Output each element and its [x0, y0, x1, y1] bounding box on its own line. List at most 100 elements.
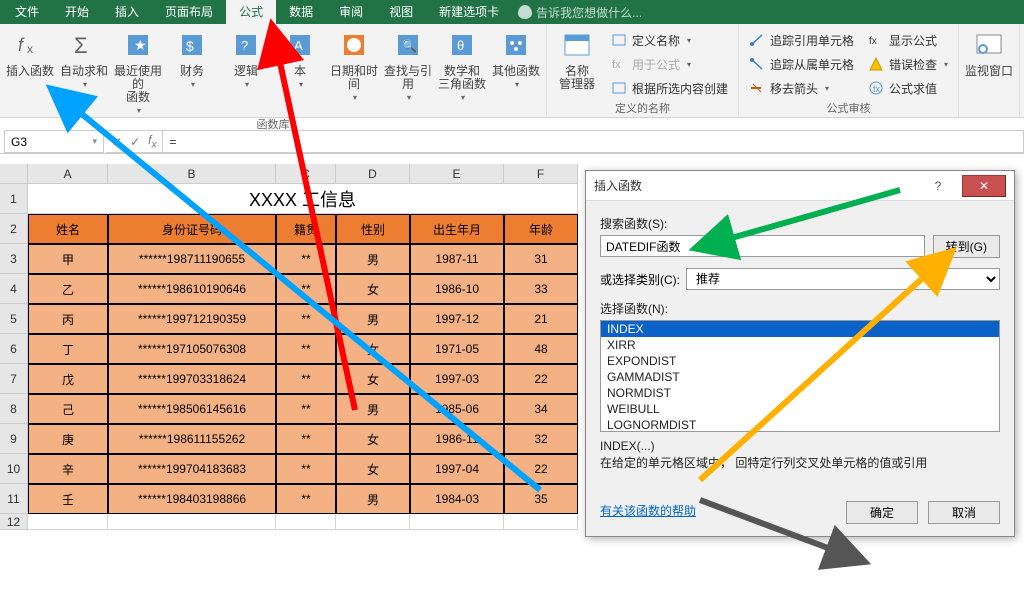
menu-pagelayout[interactable]: 页面布局	[152, 0, 226, 24]
ok-button[interactable]: 确定	[846, 501, 918, 524]
tell-me[interactable]: 告诉我您想做什么...	[518, 4, 642, 21]
table-cell[interactable]: ******198403198866	[108, 484, 276, 514]
table-cell[interactable]: **	[276, 424, 336, 454]
table-cell[interactable]: 辛	[28, 454, 108, 484]
table-header[interactable]: 性别	[336, 214, 410, 244]
table-cell[interactable]: 31	[504, 244, 578, 274]
col-header-F[interactable]: F	[504, 164, 578, 184]
table-cell[interactable]: **	[276, 244, 336, 274]
ribbon-btn-5[interactable]: A本	[274, 27, 326, 117]
row-header[interactable]: 11	[0, 484, 28, 514]
enter-icon[interactable]: ✓	[130, 135, 140, 149]
col-header-A[interactable]: A	[28, 164, 108, 184]
table-cell[interactable]: 庚	[28, 424, 108, 454]
cancel-icon[interactable]: ✕	[112, 135, 122, 149]
empty-cell[interactable]	[336, 514, 410, 530]
name-box[interactable]: G3	[4, 130, 104, 153]
table-cell[interactable]: **	[276, 274, 336, 304]
table-cell[interactable]: 己	[28, 394, 108, 424]
table-cell[interactable]: 壬	[28, 484, 108, 514]
table-cell[interactable]: 1986-10	[410, 274, 504, 304]
menu-newtab[interactable]: 新建选项卡	[426, 0, 512, 24]
function-item[interactable]: GAMMADIST	[601, 369, 999, 385]
table-cell[interactable]: 戊	[28, 364, 108, 394]
fx-icon[interactable]: fx	[148, 133, 156, 150]
empty-cell[interactable]	[504, 514, 578, 530]
table-cell[interactable]: 1986-11	[410, 424, 504, 454]
ribbon-btn-2[interactable]: ★最近使用的函数	[112, 27, 164, 117]
table-cell[interactable]: ******198711190655	[108, 244, 276, 274]
table-cell[interactable]: **	[276, 364, 336, 394]
table-cell[interactable]: **	[276, 484, 336, 514]
menu-view[interactable]: 视图	[376, 0, 426, 24]
table-cell[interactable]: 1997-03	[410, 364, 504, 394]
table-cell[interactable]: 22	[504, 454, 578, 484]
table-cell[interactable]: 男	[336, 244, 410, 274]
table-cell[interactable]: 35	[504, 484, 578, 514]
ribbon-btn-8[interactable]: θ数学和三角函数	[436, 27, 488, 117]
table-cell[interactable]: 1987-11	[410, 244, 504, 274]
empty-cell[interactable]	[410, 514, 504, 530]
table-cell[interactable]: ******199704183683	[108, 454, 276, 484]
evaluate-formula[interactable]: fx公式求值	[868, 77, 948, 99]
dialog-titlebar[interactable]: 插入函数 ? ✕	[586, 171, 1014, 201]
table-cell[interactable]: 34	[504, 394, 578, 424]
table-cell[interactable]: **	[276, 454, 336, 484]
menu-review[interactable]: 审阅	[326, 0, 376, 24]
show-formulas[interactable]: fx显示公式	[868, 29, 948, 51]
row-header[interactable]: 10	[0, 454, 28, 484]
row-header[interactable]: 2	[0, 214, 28, 244]
empty-cell[interactable]	[28, 514, 108, 530]
table-cell[interactable]: 32	[504, 424, 578, 454]
row-header[interactable]: 5	[0, 304, 28, 334]
menu-insert[interactable]: 插入	[102, 0, 152, 24]
row-header[interactable]: 7	[0, 364, 28, 394]
table-cell[interactable]: 22	[504, 364, 578, 394]
table-cell[interactable]: 1997-04	[410, 454, 504, 484]
dialog-help-button[interactable]: ?	[916, 175, 960, 197]
table-cell[interactable]: 21	[504, 304, 578, 334]
col-header-E[interactable]: E	[410, 164, 504, 184]
function-item[interactable]: INDEX	[601, 321, 999, 337]
ribbon-btn-0[interactable]: fx插入函数	[4, 27, 56, 117]
col-header-B[interactable]: B	[108, 164, 276, 184]
table-cell[interactable]: **	[276, 304, 336, 334]
table-cell[interactable]: ******198506145616	[108, 394, 276, 424]
row-header[interactable]: 4	[0, 274, 28, 304]
ribbon-btn-6[interactable]: 日期和时间	[328, 27, 380, 117]
ribbon-btn-3[interactable]: $财务	[166, 27, 218, 117]
table-header[interactable]: 年龄	[504, 214, 578, 244]
dialog-close-button[interactable]: ✕	[962, 175, 1006, 197]
search-input[interactable]	[600, 235, 925, 257]
create-from-selection[interactable]: 根据所选内容创建	[611, 77, 728, 99]
table-cell[interactable]: 女	[336, 454, 410, 484]
ribbon-btn-4[interactable]: ?逻辑	[220, 27, 272, 117]
formula-input[interactable]: =	[162, 130, 1024, 153]
menu-formulas[interactable]: 公式	[226, 0, 276, 24]
category-select[interactable]: 推荐	[686, 268, 1000, 290]
table-header[interactable]: 籍贯	[276, 214, 336, 244]
ribbon-btn-7[interactable]: 🔍查找与引用	[382, 27, 434, 117]
row-header[interactable]: 12	[0, 514, 28, 530]
function-item[interactable]: NORMDIST	[601, 385, 999, 401]
table-cell[interactable]: 女	[336, 334, 410, 364]
table-cell[interactable]: 男	[336, 304, 410, 334]
table-cell[interactable]: 1971-05	[410, 334, 504, 364]
table-cell[interactable]: **	[276, 334, 336, 364]
trace-dependents[interactable]: 追踪从属单元格	[749, 53, 854, 75]
ribbon-btn-9[interactable]: 其他函数	[490, 27, 542, 117]
function-item[interactable]: LOGNORMDIST	[601, 417, 999, 432]
define-name[interactable]: 定义名称	[611, 29, 728, 51]
table-cell[interactable]: **	[276, 394, 336, 424]
select-all-cell[interactable]	[0, 164, 28, 184]
table-cell[interactable]: 丙	[28, 304, 108, 334]
table-cell[interactable]: ******197105076308	[108, 334, 276, 364]
row-header[interactable]: 1	[0, 184, 28, 214]
table-cell[interactable]: 1984-03	[410, 484, 504, 514]
table-cell[interactable]: 男	[336, 394, 410, 424]
col-header-D[interactable]: D	[336, 164, 410, 184]
cancel-button[interactable]: 取消	[928, 501, 1000, 524]
trace-precedents[interactable]: 追踪引用单元格	[749, 29, 854, 51]
col-header-C[interactable]: C	[276, 164, 336, 184]
table-cell[interactable]: ******199712190359	[108, 304, 276, 334]
